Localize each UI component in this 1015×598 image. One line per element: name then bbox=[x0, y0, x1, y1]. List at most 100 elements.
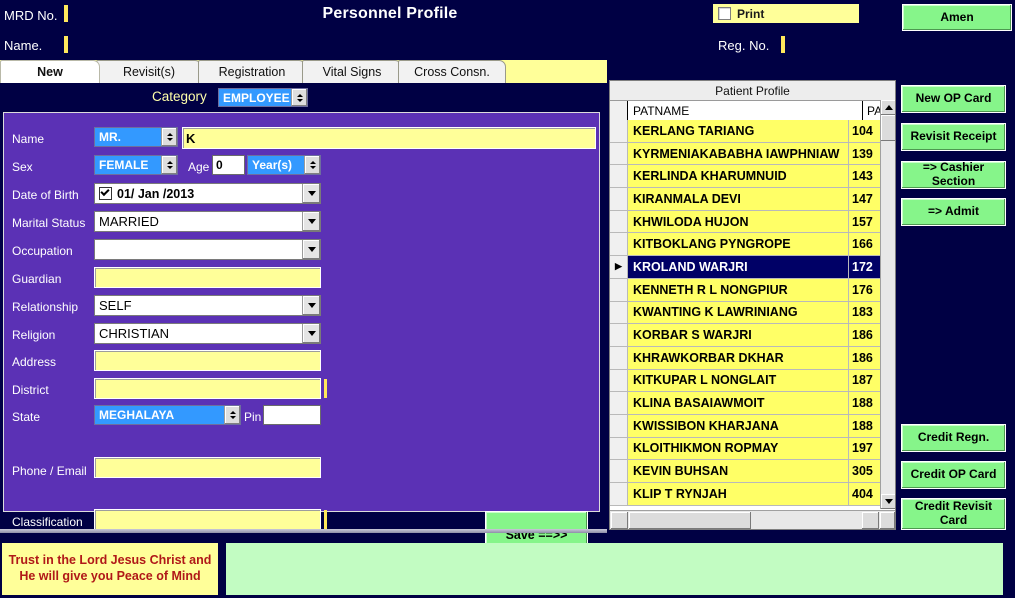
row-selector[interactable] bbox=[610, 414, 628, 437]
relationship-select[interactable]: SELF bbox=[94, 295, 321, 316]
grid-vertical-scrollbar[interactable] bbox=[880, 100, 896, 509]
cashier-section-button[interactable]: => Cashier Section bbox=[901, 160, 1006, 189]
print-checkbox[interactable] bbox=[718, 7, 731, 20]
cell-pa[interactable]: 188 bbox=[849, 392, 880, 414]
religion-dropdown-icon[interactable] bbox=[302, 324, 320, 343]
table-row[interactable]: KLIP T RYNJAH 404 bbox=[610, 483, 880, 506]
cell-pa[interactable]: 305 bbox=[849, 460, 880, 482]
dob-dropdown-icon[interactable] bbox=[302, 184, 320, 203]
table-row[interactable]: KENNETH R L NONGPIUR 176 bbox=[610, 278, 880, 302]
patient-name-input[interactable] bbox=[182, 127, 596, 149]
cell-pa[interactable]: 183 bbox=[849, 301, 880, 324]
category-select[interactable]: EMPLOYEE bbox=[218, 88, 308, 107]
category-spinner[interactable] bbox=[291, 89, 307, 106]
row-selector[interactable] bbox=[610, 120, 628, 142]
age-unit-spinner[interactable] bbox=[304, 156, 320, 174]
cell-pa[interactable]: 147 bbox=[849, 188, 880, 210]
cell-pa[interactable]: 143 bbox=[849, 165, 880, 188]
marital-status-dropdown-icon[interactable] bbox=[302, 212, 320, 231]
grid-header-patname[interactable]: PATNAME bbox=[628, 101, 863, 120]
reg-no-field[interactable] bbox=[781, 36, 785, 53]
religion-select[interactable]: CHRISTIAN bbox=[94, 323, 321, 344]
cell-patname[interactable]: KHWILODA HUJON bbox=[628, 210, 849, 233]
age-unit-select[interactable]: Year(s) bbox=[247, 155, 321, 175]
table-row[interactable]: ▶ KROLAND WARJRI 172 bbox=[610, 256, 880, 279]
row-selector[interactable] bbox=[610, 369, 628, 392]
sex-spinner[interactable] bbox=[161, 156, 177, 174]
table-row[interactable]: KITKUPAR L NONGLAIT 187 bbox=[610, 369, 880, 393]
cell-pa[interactable]: 104 bbox=[849, 120, 880, 142]
cell-pa[interactable]: 157 bbox=[849, 210, 880, 233]
pin-input[interactable] bbox=[263, 405, 321, 425]
cell-patname[interactable]: KIRANMALA DEVI bbox=[628, 188, 849, 210]
cell-pa[interactable]: 404 bbox=[849, 483, 880, 505]
grid-horizontal-scrollbar[interactable] bbox=[610, 510, 895, 529]
phone-email-input[interactable] bbox=[94, 457, 321, 478]
row-selector[interactable] bbox=[610, 210, 628, 233]
cell-patname[interactable]: KEVIN BUHSAN bbox=[628, 460, 849, 482]
table-row[interactable]: KHWILODA HUJON 157 bbox=[610, 210, 880, 234]
age-input[interactable] bbox=[212, 155, 245, 175]
address-input[interactable] bbox=[94, 350, 321, 371]
occupation-select[interactable] bbox=[94, 239, 321, 260]
horizontal-scroll-thumb[interactable] bbox=[629, 511, 751, 529]
scroll-left-icon[interactable] bbox=[611, 511, 628, 529]
cell-patname[interactable]: KYRMENIAKABABHA IAWPHNIAW bbox=[628, 142, 849, 165]
credit-op-card-button[interactable]: Credit OP Card bbox=[901, 461, 1006, 489]
dob-checkbox[interactable] bbox=[99, 187, 112, 200]
dob-picker[interactable]: 01/ Jan /2013 bbox=[94, 183, 321, 204]
relationship-dropdown-icon[interactable] bbox=[302, 296, 320, 315]
table-row[interactable]: KLINA BASAIAWMOIT 188 bbox=[610, 392, 880, 415]
sex-select[interactable]: FEMALE bbox=[94, 155, 178, 175]
name-title-select[interactable]: MR. bbox=[94, 127, 178, 147]
row-selector[interactable] bbox=[610, 278, 628, 301]
tab-cross-consn[interactable]: Cross Consn. bbox=[398, 60, 506, 83]
cell-patname[interactable]: KERLINDA KHARUMNUID bbox=[628, 165, 849, 188]
row-selector[interactable] bbox=[610, 392, 628, 414]
row-selector[interactable] bbox=[610, 437, 628, 460]
cell-pa[interactable]: 139 bbox=[849, 142, 880, 165]
cell-patname[interactable]: KENNETH R L NONGPIUR bbox=[628, 278, 849, 301]
credit-revisit-card-button[interactable]: Credit Revisit Card bbox=[901, 498, 1006, 530]
name-field[interactable] bbox=[64, 36, 68, 53]
revisit-receipt-button[interactable]: Revisit Receipt bbox=[901, 123, 1006, 151]
cell-patname[interactable]: KITBOKLANG PYNGROPE bbox=[628, 233, 849, 256]
row-selector[interactable] bbox=[610, 233, 628, 256]
table-row[interactable]: KWANTING K LAWRINIANG 183 bbox=[610, 301, 880, 325]
table-row[interactable]: KEVIN BUHSAN 305 bbox=[610, 460, 880, 483]
table-row[interactable]: KHRAWKORBAR DKHAR 186 bbox=[610, 346, 880, 370]
cell-pa[interactable]: 186 bbox=[849, 324, 880, 346]
table-row[interactable]: KIRANMALA DEVI 147 bbox=[610, 188, 880, 211]
row-selector[interactable] bbox=[610, 165, 628, 188]
row-selector[interactable] bbox=[610, 483, 628, 505]
row-selector[interactable] bbox=[610, 346, 628, 369]
cell-pa[interactable]: 172 bbox=[849, 256, 880, 278]
table-row[interactable]: KYRMENIAKABABHA IAWPHNIAW 139 bbox=[610, 142, 880, 166]
scroll-down-icon[interactable] bbox=[881, 494, 896, 509]
scroll-up-icon[interactable] bbox=[881, 100, 896, 115]
marital-status-select[interactable]: MARRIED bbox=[94, 211, 321, 232]
state-spinner[interactable] bbox=[224, 406, 240, 424]
tab-registration[interactable]: Registration bbox=[198, 60, 306, 83]
name-title-spinner[interactable] bbox=[161, 128, 177, 146]
credit-regn-button[interactable]: Credit Regn. bbox=[901, 424, 1006, 452]
occupation-dropdown-icon[interactable] bbox=[302, 240, 320, 259]
district-input[interactable] bbox=[94, 378, 321, 399]
table-row[interactable]: KLOITHIKMON ROPMAY 197 bbox=[610, 437, 880, 461]
cell-patname[interactable]: KWISSIBON KHARJANA bbox=[628, 414, 849, 437]
new-op-card-button[interactable]: New OP Card bbox=[901, 85, 1006, 113]
tab-new[interactable]: New bbox=[0, 60, 100, 83]
cell-pa[interactable]: 197 bbox=[849, 437, 880, 460]
scroll-right-icon[interactable] bbox=[862, 511, 879, 529]
row-selector[interactable] bbox=[610, 324, 628, 346]
vertical-scroll-thumb[interactable] bbox=[881, 115, 896, 141]
horizontal-scroll-track[interactable] bbox=[751, 511, 861, 530]
classification-input[interactable] bbox=[94, 509, 321, 530]
table-row[interactable]: KERLANG TARIANG 104 bbox=[610, 120, 880, 143]
cell-patname[interactable]: KROLAND WARJRI bbox=[628, 256, 849, 278]
tab-vital-signs[interactable]: Vital Signs bbox=[302, 60, 402, 83]
cell-patname[interactable]: KERLANG TARIANG bbox=[628, 120, 849, 142]
tab-revisits[interactable]: Revisit(s) bbox=[96, 60, 202, 83]
state-select[interactable]: MEGHALAYA bbox=[94, 405, 241, 425]
admit-button[interactable]: => Admit bbox=[901, 198, 1006, 226]
